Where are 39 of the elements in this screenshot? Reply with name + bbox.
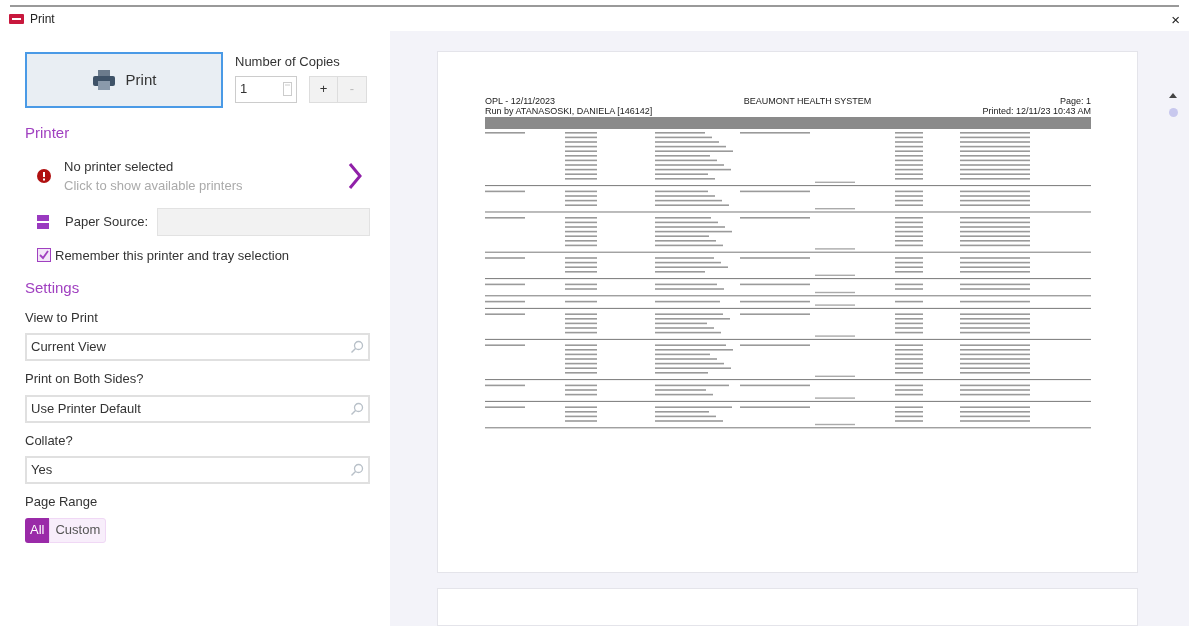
remember-label: Remember this printer and tray selection: [55, 246, 290, 265]
section-heading: Settings: [25, 278, 81, 298]
app-icon: [9, 14, 24, 24]
chevron-right-icon: [348, 162, 362, 190]
field-label: Print on Both Sides?: [25, 370, 145, 388]
select-field[interactable]: Yes: [25, 456, 370, 484]
printer-icon: [91, 69, 116, 91]
report-page: Page: 1: [1059, 96, 1091, 106]
report-run-by: Run by ATANASOSKI, DANIELA [146142]: [485, 106, 653, 116]
search-icon[interactable]: [350, 401, 364, 416]
copies-field[interactable]: 1: [235, 75, 297, 103]
range-option[interactable]: All: [25, 517, 50, 543]
search-icon[interactable]: [350, 463, 364, 477]
field-label: View to Print: [25, 308, 99, 327]
search-icon[interactable]: [350, 340, 364, 354]
scroll-thumb[interactable]: [1168, 108, 1178, 117]
report-printed: Printed: 12/11/23 10:43 AM: [982, 106, 1091, 116]
print-button[interactable]: Print: [25, 52, 223, 108]
field-label: Collate?: [25, 431, 74, 450]
report-org: BEAUMONT HEALTH SYSTEM: [743, 96, 872, 106]
field-label: Page Range: [25, 493, 99, 511]
printer-selector[interactable]: No printer selected Click to show available printers: [37, 156, 370, 196]
select-field[interactable]: Use Printer Default: [25, 394, 370, 423]
select-field[interactable]: Current View: [25, 333, 370, 361]
printer-status: No printer selected: [64, 157, 175, 176]
tray-icon: [37, 214, 49, 229]
remember-checkbox[interactable]: [37, 248, 51, 263]
report-id: OPL - 12/11/2023: [485, 96, 556, 106]
scroll-up-icon[interactable]: [1169, 93, 1177, 98]
range-option[interactable]: Custom: [49, 517, 107, 543]
window-title: Print: [30, 11, 55, 28]
copies-label: Number of Copies: [235, 53, 341, 71]
printer-hint: Click to show available printers: [64, 177, 244, 195]
paper-source-field[interactable]: [157, 207, 370, 236]
paper-source-label: Paper Source:: [65, 212, 150, 231]
increment-button[interactable]: +: [310, 76, 338, 102]
close-button[interactable]: ×: [1171, 11, 1180, 27]
section-heading: Printer: [25, 123, 71, 143]
error-icon: [37, 169, 51, 183]
